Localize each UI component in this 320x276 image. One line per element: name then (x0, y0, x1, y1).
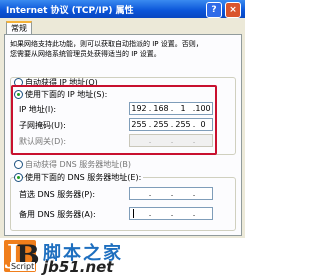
alternate-dns-label: 备用 DNS 服务器(A): (19, 210, 96, 219)
logo-script-text: Script (10, 262, 36, 271)
auto-dns-label: 自动获得 DNS 服务器地址(B) (25, 160, 132, 169)
manual-dns-radio[interactable] (14, 173, 23, 182)
highlight-box (11, 85, 217, 155)
preferred-dns-label: 首选 DNS 服务器(P): (19, 190, 96, 199)
site-url: jb51.net (43, 258, 114, 276)
auto-dns-radio[interactable] (14, 160, 23, 169)
help-button[interactable]: ? (206, 2, 222, 18)
dns-group (10, 177, 236, 231)
description-line-2: 您需要从网络系统管理员处获得适当的 IP 设置。 (10, 50, 161, 58)
manual-dns-label: 使用下面的 DNS 服务器地址(E): (25, 172, 144, 183)
preferred-dns-field[interactable]: . . . (129, 187, 213, 200)
general-panel: 如果网络支持此功能，则可以获取自动指派的 IP 设置。否则， 您需要从网络系统管… (4, 34, 242, 236)
text-cursor (133, 209, 134, 218)
tab-general[interactable]: 常规 (6, 21, 32, 35)
description-line-1: 如果网络支持此功能，则可以获取自动指派的 IP 设置。否则， (10, 40, 203, 48)
window-title: Internet 协议 (TCP/IP) 属性 (6, 6, 134, 16)
tcpip-properties-dialog: Internet 协议 (TCP/IP) 属性 ? × 常规 如果网络支持此功能… (0, 0, 245, 238)
alternate-dns-field[interactable]: . . . (129, 207, 213, 220)
close-button[interactable]: × (225, 2, 241, 18)
title-bar[interactable]: Internet 协议 (TCP/IP) 属性 ? × (0, 0, 245, 18)
